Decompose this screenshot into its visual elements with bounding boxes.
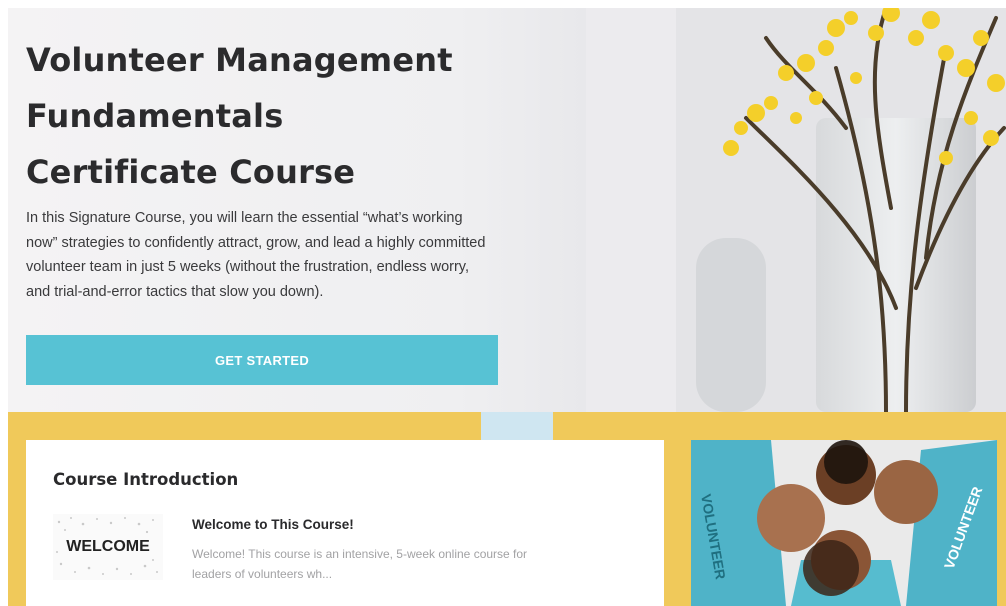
title-line-3: Certificate Course [26, 153, 356, 191]
title-line-1: Volunteer Management [26, 41, 453, 79]
title-line-2: Fundamentals [26, 97, 284, 135]
decorative-strip [481, 412, 553, 440]
get-started-button[interactable]: GET STARTED [26, 335, 498, 385]
course-description: In this Signature Course, you will learn… [26, 210, 486, 300]
course-intro-card: Course Introduction WELCOME Welcome to T… [26, 440, 664, 606]
lesson-thumbnail[interactable]: WELCOME [53, 514, 163, 580]
lesson-item[interactable]: WELCOME Welcome to This Course! Welcome!… [53, 514, 653, 584]
course-content-band: Course Introduction WELCOME Welcome to T… [8, 412, 1006, 606]
lesson-title[interactable]: Welcome to This Course! [192, 517, 354, 532]
section-title: Course Introduction [53, 470, 239, 489]
lesson-excerpt: Welcome! This course is an intensive, 5-… [192, 547, 528, 581]
volunteer-group-photo: VOLUNTEER VOLUNTEER [691, 440, 997, 606]
hero-section: Volunteer Management Fundamentals Certif… [8, 8, 1006, 412]
flower-vase-image [586, 8, 1006, 412]
page-title: Volunteer Management Fundamentals Certif… [26, 32, 546, 200]
thumbnail-text: WELCOME [66, 538, 150, 555]
